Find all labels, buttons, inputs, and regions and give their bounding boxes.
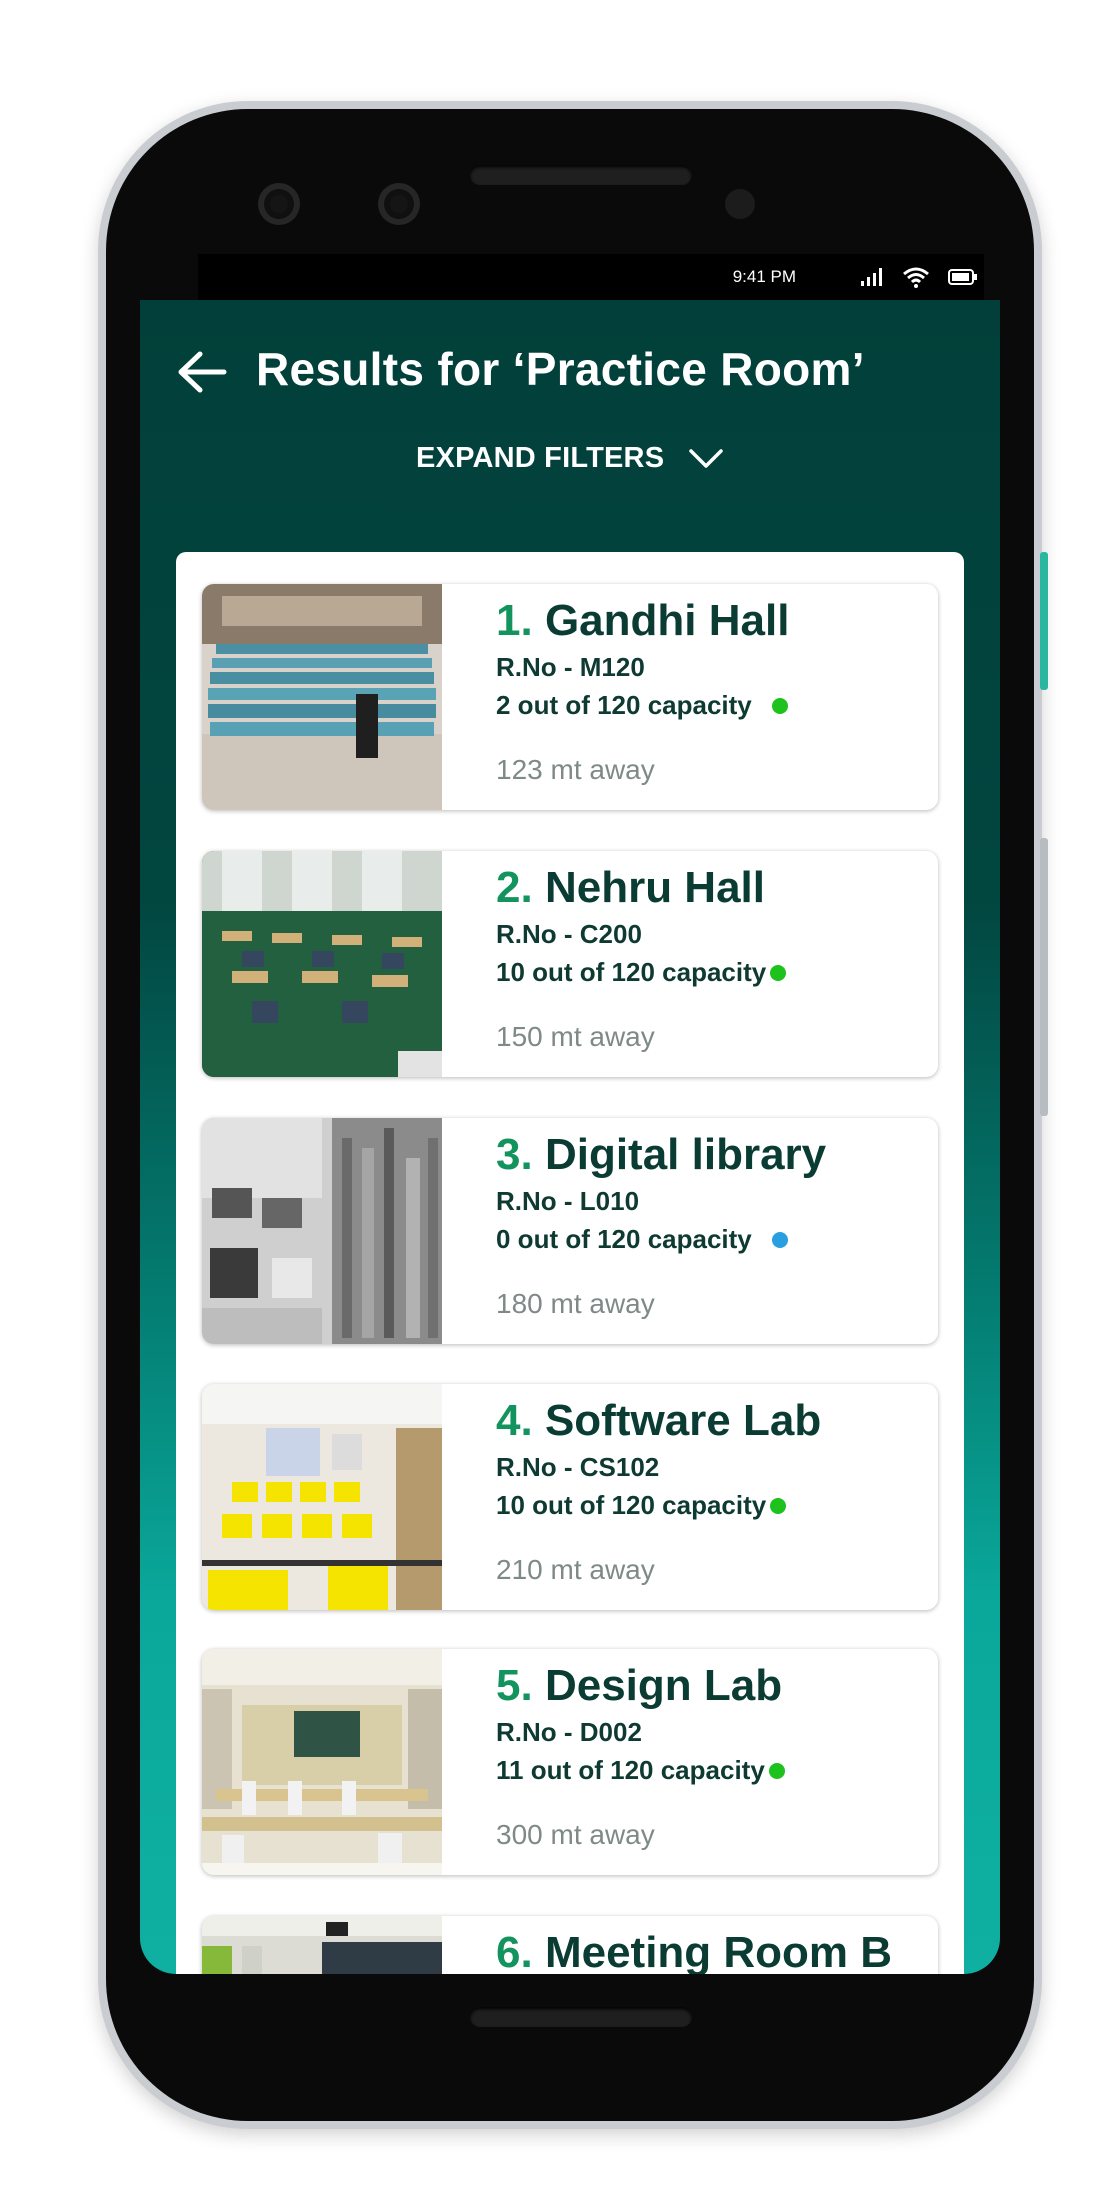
card-name: Digital library [544,1130,827,1179]
card-title: 2. Nehru Hall [496,863,765,913]
card-title: 6. Meeting Room B [496,1928,892,1974]
card-name: Nehru Hall [544,863,765,912]
status-bar: 9:41 PM [198,254,984,300]
card-number: 5 [496,1661,521,1710]
app-screen: Results for ‘Practice Room’ EXPAND FILTE… [140,300,1000,1974]
design-lab-photo [202,1649,442,1875]
room-number: R.No - D002 [496,1717,642,1747]
lecture-hall-photo [202,584,442,810]
card-name: Design Lab [544,1661,783,1710]
capacity-text: 10 out of 120 capacity [496,1490,767,1520]
card-number: 2 [496,863,521,912]
card-number-dot: . [520,596,533,645]
volume-button [1040,838,1048,1116]
header: Results for ‘Practice Room’ EXPAND FILTE… [140,300,1000,540]
card-number-dot: . [520,1396,533,1445]
room-number: R.No - CS102 [496,1452,660,1482]
availability-dot [771,1231,788,1248]
result-card-software-lab[interactable]: 4. Software Lab R.No - CS102 10 out of 1… [202,1384,938,1610]
meeting-room-photo [202,1916,442,1974]
result-card-nehru-hall[interactable]: 2. Nehru Hall R.No - C200 10 out of 120 … [202,851,938,1077]
card-number: 1 [496,596,521,645]
computer-lab-photo [202,1384,442,1610]
signal-icon [861,268,882,286]
card-number: 3 [496,1130,521,1179]
capacity-row: 10 out of 120 capacity [496,1490,787,1521]
room-number: R.No - C200 [496,919,642,949]
capacity-row: 0 out of 120 capacity [496,1224,788,1255]
expand-filters-button[interactable]: EXPAND FILTERS [416,442,724,475]
capacity-row: 10 out of 120 capacity [496,957,787,988]
room-number: R.No - M120 [496,652,645,682]
expand-filters-label: EXPAND FILTERS [416,442,665,474]
card-title: 3. Digital library [496,1130,826,1180]
card-number-dot: . [520,863,533,912]
library-photo [202,1118,442,1344]
wifi-icon [903,267,929,288]
capacity-text: 11 out of 120 capacity [496,1755,765,1785]
bottom-speaker [470,2007,692,2027]
earpiece-speaker [470,165,692,185]
power-button [1040,552,1048,690]
capacity-text: 0 out of 120 capacity [496,1224,752,1254]
card-title: 4. Software Lab [496,1396,821,1446]
distance-text: 300 mt away [496,1819,655,1850]
classroom-photo [202,851,442,1077]
front-camera-icon [378,183,420,225]
result-card-gandhi-hall[interactable]: 1. Gandhi Hall R.No - M120 2 out of 120 … [202,584,938,810]
card-number: 6 [496,1928,521,1974]
room-number: R.No - L010 [496,1186,640,1216]
card-number-dot: . [520,1130,533,1179]
availability-dot [770,964,787,981]
capacity-row: 11 out of 120 capacity [496,1755,785,1786]
card-title: 1. Gandhi Hall [496,596,789,646]
capacity-row: 2 out of 120 capacity [496,690,788,721]
card-number-dot: . [520,1928,533,1974]
distance-text: 123 mt away [496,754,655,785]
front-camera-icon [258,183,300,225]
result-card-design-lab[interactable]: 5. Design Lab R.No - D002 11 out of 120 … [202,1649,938,1875]
card-number: 4 [496,1396,521,1445]
distance-text: 210 mt away [496,1554,655,1585]
page-title: Results for ‘Practice Room’ [256,343,865,395]
capacity-text: 2 out of 120 capacity [496,690,752,720]
status-time: 9:41 PM [732,267,796,286]
chevron-down-icon [689,448,723,468]
result-card-meeting-room-b[interactable]: 6. Meeting Room B [202,1916,938,1974]
card-name: Gandhi Hall [544,596,790,645]
card-title: 5. Design Lab [496,1661,782,1711]
card-name: Software Lab [544,1396,822,1445]
result-card-digital-library[interactable]: 3. Digital library R.No - L010 0 out of … [202,1118,938,1344]
back-arrow-icon[interactable] [176,350,228,394]
battery-icon [948,269,977,285]
results-panel: 1. Gandhi Hall R.No - M120 2 out of 120 … [176,552,964,1974]
availability-dot [770,1497,787,1514]
availability-dot [771,697,788,714]
proximity-sensor [725,189,755,219]
card-name: Meeting Room B [544,1928,893,1974]
capacity-text: 10 out of 120 capacity [496,957,767,987]
availability-dot [768,1762,785,1779]
card-number-dot: . [520,1661,533,1710]
distance-text: 150 mt away [496,1021,655,1052]
distance-text: 180 mt away [496,1288,655,1319]
